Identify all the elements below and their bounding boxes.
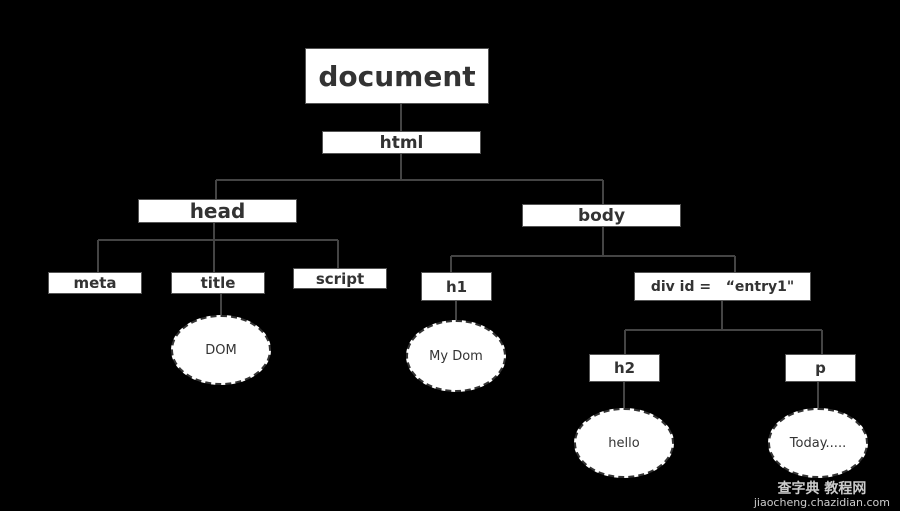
- watermark-line1: 查字典 教程网: [777, 481, 867, 497]
- node-document: document: [305, 48, 489, 104]
- text-node-hello: hello: [574, 408, 674, 478]
- text-node-my-dom: My Dom: [406, 320, 506, 392]
- node-head: head: [138, 199, 297, 223]
- node-script: script: [293, 268, 387, 289]
- node-meta: meta: [48, 272, 142, 294]
- node-title: title: [171, 272, 265, 294]
- watermark: 查字典 教程网 jiaocheng.chazidian.com: [753, 481, 890, 509]
- text-node-today: Today.....: [768, 408, 868, 478]
- node-h2: h2: [589, 354, 660, 382]
- node-p: p: [785, 354, 856, 382]
- dom-tree-diagram: document html head body meta title scrip…: [0, 0, 900, 511]
- text-node-dom: DOM: [171, 315, 271, 385]
- node-html: html: [322, 131, 481, 154]
- node-div: div id = “entry1": [634, 272, 811, 301]
- node-h1: h1: [421, 272, 492, 301]
- node-body: body: [522, 204, 681, 227]
- watermark-line2: jiaocheng.chazidian.com: [753, 496, 890, 509]
